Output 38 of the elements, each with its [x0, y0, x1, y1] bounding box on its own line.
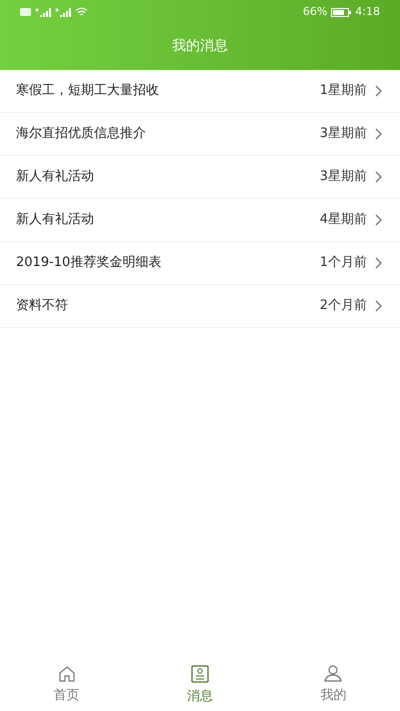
message-time: 3星期前 — [320, 125, 367, 144]
tab[interactable]: 消息 — [133, 660, 267, 711]
message-row[interactable]: 新人有礼活动 3星期前 — [0, 156, 400, 199]
tab[interactable]: 我的 — [266, 660, 400, 711]
message-title: 寒假工，短期工大量招收 — [16, 82, 160, 100]
battery-icon — [331, 8, 352, 16]
chevron-right-icon — [375, 128, 382, 140]
wifi-icon — [75, 7, 88, 17]
message-row[interactable]: 寒假工，短期工大量招收 1星期前 — [0, 70, 400, 113]
signal-icon — [55, 8, 71, 16]
chevron-right-icon — [375, 214, 382, 226]
battery-percent: 66% — [302, 4, 328, 20]
chevron-right-icon — [375, 171, 382, 183]
message-title: 新人有礼活动 — [16, 168, 95, 186]
message-title: 新人有礼活动 — [16, 211, 95, 230]
signal-icon — [35, 8, 51, 16]
message-title: 资料不符 — [16, 297, 69, 316]
chevron-right-icon — [375, 257, 382, 269]
message-row[interactable]: 新人有礼活动 4星期前 — [0, 199, 400, 242]
message-time: 1星期前 — [320, 82, 367, 100]
message-row[interactable]: 海尔直招优质信息推介 3星期前 — [0, 113, 400, 156]
message-time: 1个月前 — [320, 254, 367, 272]
message-icon — [190, 664, 209, 683]
message-time: 2个月前 — [320, 297, 367, 316]
chevron-right-icon — [375, 300, 382, 312]
profile-icon — [324, 665, 342, 682]
message-title: 海尔直招优质信息推介 — [16, 125, 147, 144]
chevron-right-icon — [375, 85, 382, 97]
message-row[interactable]: 资料不符 2个月前 — [0, 285, 400, 328]
message-time: 3星期前 — [320, 168, 367, 186]
message-row[interactable]: 2019-10推荐奖金明细表 1个月前 — [0, 242, 400, 285]
page-title: 我的消息 — [172, 36, 228, 56]
home-icon — [58, 666, 76, 682]
hd-icon — [20, 8, 31, 16]
message-title: 2019-10推荐奖金明细表 — [16, 254, 162, 272]
message-time: 4星期前 — [320, 211, 367, 230]
tab[interactable]: 首页 — [0, 660, 134, 711]
clock: 4:18 — [355, 4, 380, 20]
